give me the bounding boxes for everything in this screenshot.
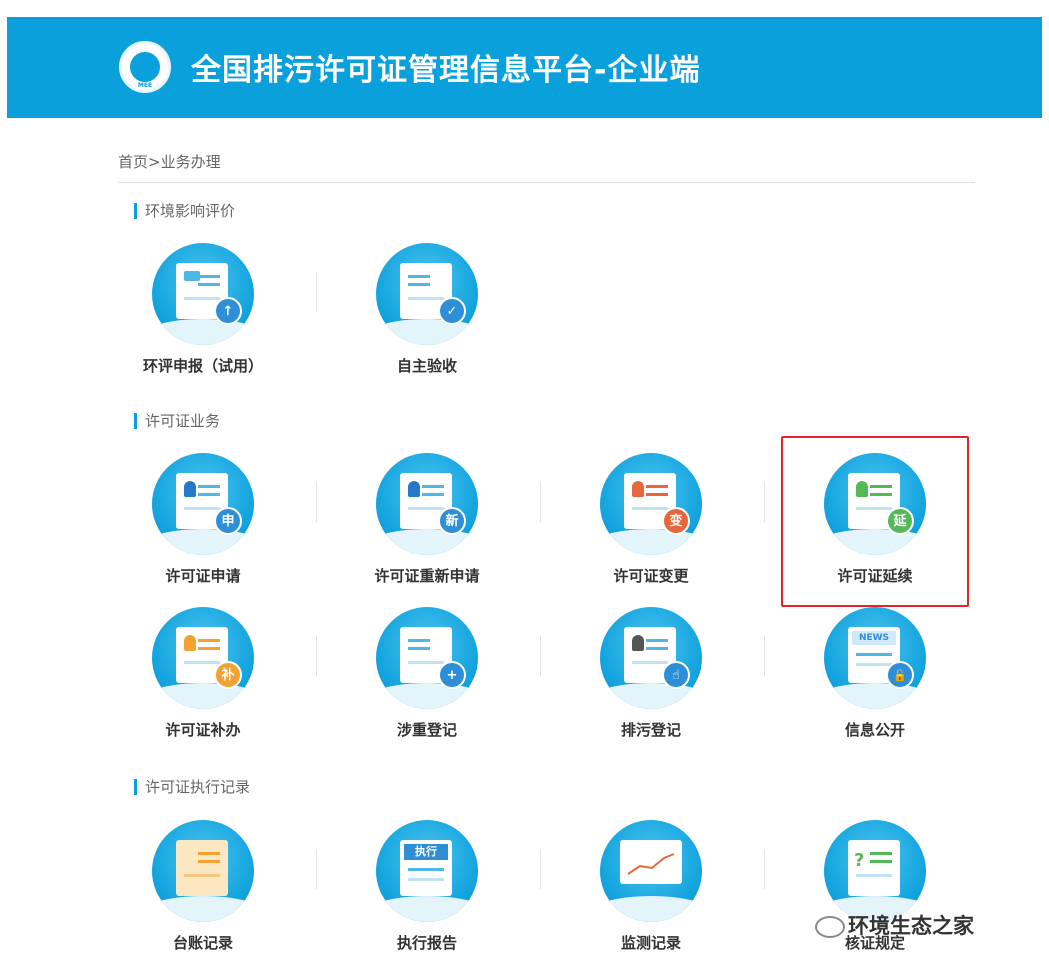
tile-label: 排污登记: [620, 721, 681, 739]
tile-license-reapply[interactable]: 新 许可证重新申请: [337, 453, 517, 593]
tile-info-disclosure[interactable]: NEWS 🔓 信息公开: [785, 607, 965, 747]
separator: [764, 482, 765, 522]
tile-label: 许可证申请: [165, 567, 241, 585]
tile-label: 许可证重新申请: [374, 567, 480, 585]
divider: [118, 182, 975, 183]
tile-label: 执行报告: [396, 934, 457, 952]
upload-document-icon: ↑: [152, 243, 254, 345]
ledger-record-icon: [152, 820, 254, 922]
separator: [316, 849, 317, 889]
tile-label: 环评申报（试用）: [142, 357, 263, 375]
tile-self-acceptance[interactable]: ✓ 自主验收: [337, 243, 517, 383]
verification-rule-icon: ?: [824, 820, 926, 922]
mee-logo-icon: MEE: [119, 41, 171, 93]
news-disclosure-icon: NEWS 🔓: [824, 607, 926, 709]
license-reissue-icon: 补: [152, 607, 254, 709]
tile-label: 台账记录: [172, 934, 233, 952]
monitoring-record-icon: [600, 820, 702, 922]
license-change-icon: 变: [600, 453, 702, 555]
tile-monitoring-record[interactable]: 监测记录: [561, 820, 741, 960]
tile-execution-report[interactable]: 执行 执行报告: [337, 820, 517, 960]
tile-discharge-register[interactable]: ☝ 排污登记: [561, 607, 741, 747]
section-title-eia: 环境影响评价: [134, 203, 235, 219]
separator: [316, 272, 317, 312]
discharge-register-icon: ☝: [600, 607, 702, 709]
platform-title: 全国排污许可证管理信息平台-企业端: [191, 53, 701, 88]
tile-label: 涉重登记: [396, 721, 457, 739]
checklist-check-icon: ✓: [376, 243, 478, 345]
section-title-license-execution: 许可证执行记录: [134, 779, 250, 795]
watermark: 环境生态之家: [848, 914, 974, 938]
tile-label: 监测记录: [620, 934, 681, 952]
execution-report-icon: 执行: [376, 820, 478, 922]
tile-label: 许可证补办: [165, 721, 241, 739]
tile-license-reissue[interactable]: 补 许可证补办: [113, 607, 293, 747]
wechat-icon: [815, 916, 845, 938]
breadcrumb[interactable]: 首页>业务办理: [118, 151, 221, 172]
tile-heavy-metal-register[interactable]: + 涉重登记: [337, 607, 517, 747]
section-title-license-business: 许可证业务: [134, 413, 220, 429]
separator: [764, 849, 765, 889]
separator: [540, 482, 541, 522]
tile-label: 信息公开: [844, 721, 905, 739]
separator: [540, 849, 541, 889]
header-bar: MEE 全国排污许可证管理信息平台-企业端: [7, 17, 1042, 118]
tile-label: 自主验收: [396, 357, 457, 375]
tile-ledger-record[interactable]: 台账记录: [113, 820, 293, 960]
heavy-metal-register-icon: +: [376, 607, 478, 709]
tile-license-change[interactable]: 变 许可证变更: [561, 453, 741, 593]
tile-eia-declare[interactable]: ↑ 环评申报（试用）: [113, 243, 293, 383]
separator: [540, 636, 541, 676]
separator: [316, 636, 317, 676]
separator: [764, 636, 765, 676]
separator: [316, 482, 317, 522]
license-reapply-icon: 新: [376, 453, 478, 555]
tile-label: 许可证变更: [613, 567, 689, 585]
license-apply-icon: 申: [152, 453, 254, 555]
tile-license-apply[interactable]: 申 许可证申请: [113, 453, 293, 593]
